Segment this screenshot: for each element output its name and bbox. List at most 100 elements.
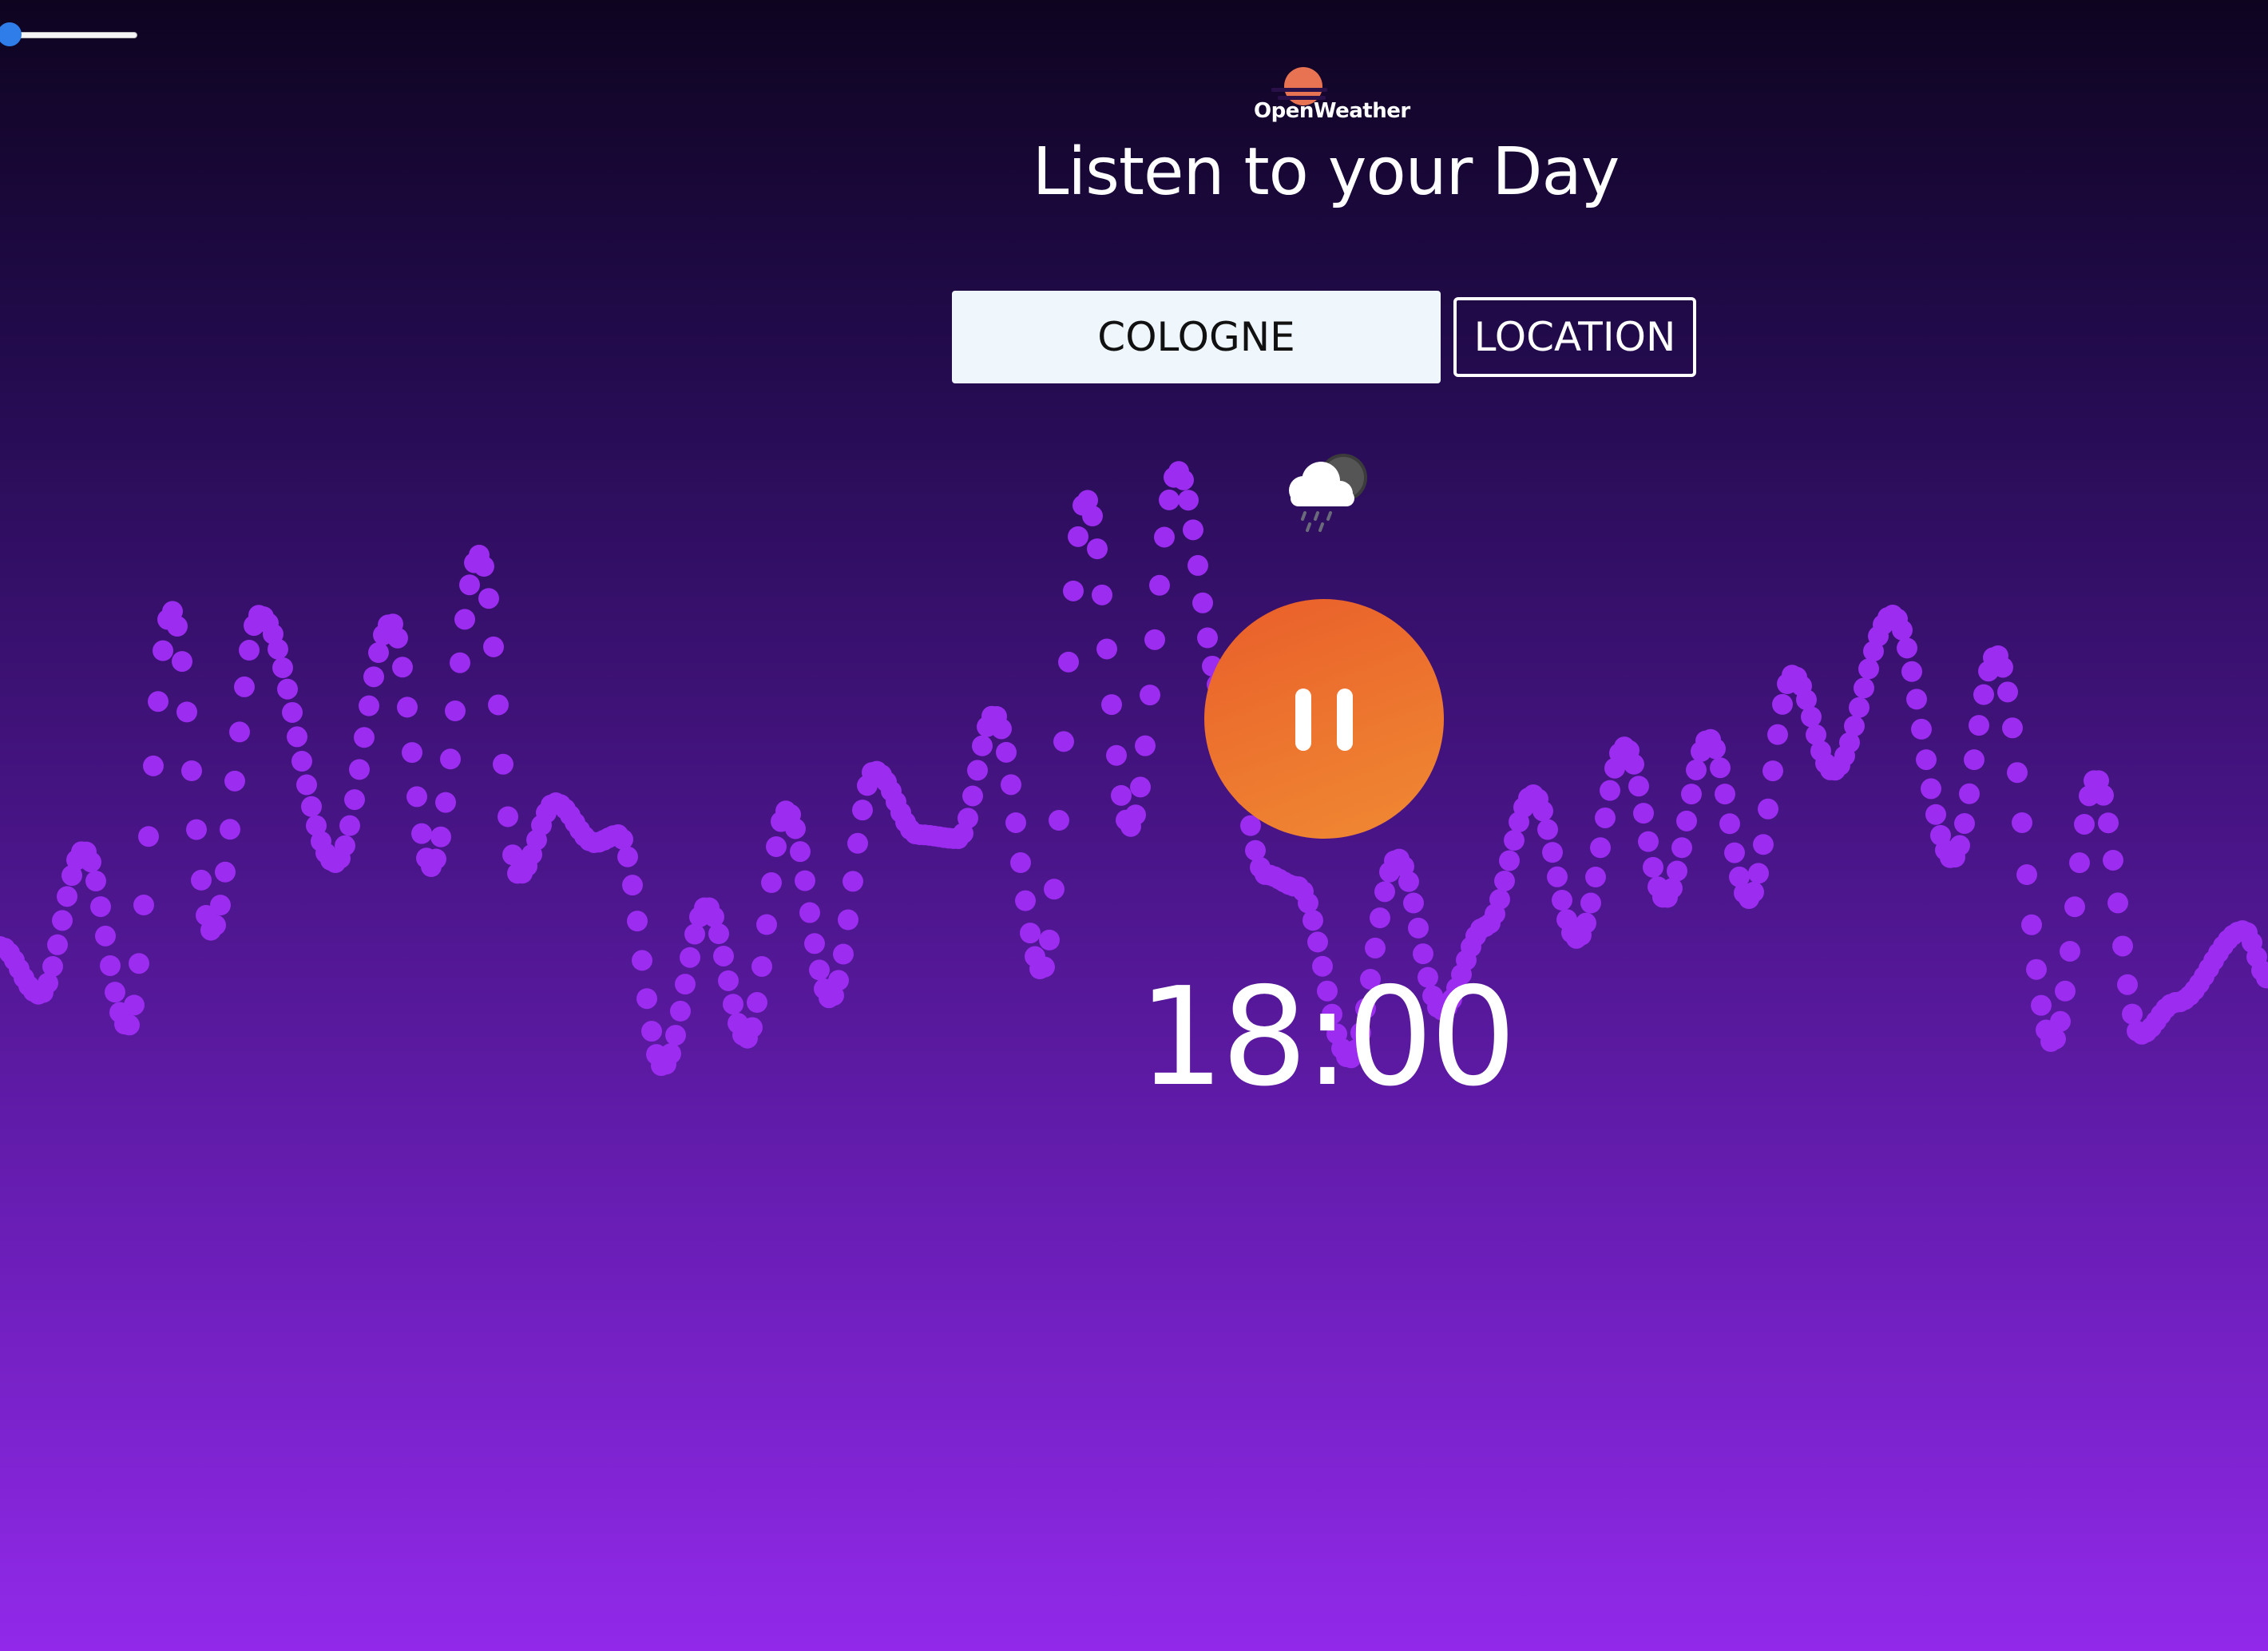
- wave-dot: [1916, 749, 1937, 771]
- wave-dot: [234, 676, 255, 697]
- wave-dot: [747, 992, 767, 1014]
- wave-dot: [176, 701, 197, 723]
- wave-dot: [1034, 956, 1055, 978]
- wave-dot: [1921, 778, 1941, 800]
- wave-dot: [2012, 812, 2032, 833]
- wave-dot: [133, 895, 154, 916]
- wave-dot: [967, 760, 988, 781]
- wave-dot: [742, 1017, 763, 1038]
- pause-button[interactable]: [1204, 599, 1444, 839]
- wave-dot: [1753, 834, 1774, 855]
- wave-dot: [1992, 657, 2013, 678]
- wave-dot: [1906, 689, 1927, 710]
- wave-dot: [852, 800, 873, 821]
- wave-dot: [349, 759, 370, 780]
- wave-dot: [1154, 526, 1175, 548]
- wave-dot: [665, 1025, 686, 1046]
- wave-dot: [1959, 783, 1980, 804]
- wave-dot: [795, 870, 815, 891]
- wave-dot: [1911, 718, 1932, 740]
- wave-dot: [498, 806, 518, 827]
- wave-dot: [440, 748, 461, 770]
- wave-dot: [2064, 896, 2085, 918]
- wave-dot: [799, 902, 820, 923]
- wave-dot: [1197, 627, 1218, 649]
- wave-dot: [1892, 619, 1913, 641]
- wave-dot: [1858, 658, 1879, 680]
- wave-dot: [186, 819, 207, 840]
- wave-dot: [359, 695, 379, 716]
- wave-dot: [363, 666, 384, 688]
- wave-dot: [282, 701, 303, 723]
- wave-dot: [1676, 810, 1697, 831]
- wave-dot: [411, 823, 432, 844]
- wave-dot: [1643, 856, 1663, 878]
- wave-dot: [843, 871, 863, 892]
- wave-dot: [2093, 784, 2114, 806]
- wave-dot: [1010, 852, 1031, 874]
- wave-dot: [1715, 784, 1735, 805]
- wave-dot: [1710, 757, 1731, 779]
- wave-dot: [291, 751, 312, 772]
- wave-dot: [1854, 677, 1874, 699]
- wave-dot: [1801, 706, 1822, 728]
- wave-dot: [430, 826, 451, 847]
- wave-dot: [344, 789, 365, 811]
- wave-dot: [1580, 892, 1601, 914]
- wave-dot: [1954, 812, 1975, 834]
- wave-dot: [1681, 784, 1702, 805]
- wave-dot: [1719, 813, 1740, 835]
- wave-dot: [2060, 940, 2080, 962]
- wave-dot: [2103, 849, 2123, 871]
- wave-dot: [52, 910, 73, 931]
- wave-dot: [962, 785, 983, 807]
- wave-dot: [1058, 651, 1079, 673]
- wave-dot: [474, 556, 494, 577]
- wave-dot: [680, 947, 700, 968]
- wave-dot: [1125, 804, 1146, 826]
- wave-dot: [1705, 738, 1726, 760]
- wave-dot: [622, 875, 643, 896]
- wave-dot: [1303, 910, 1323, 931]
- wave-dot: [1925, 804, 1946, 825]
- wave-dot: [958, 808, 978, 829]
- wave-dot: [1489, 888, 1510, 910]
- wave-dot: [991, 718, 1012, 740]
- wave-dot: [1044, 879, 1065, 900]
- wave-dot: [387, 627, 408, 649]
- wave-dot: [1082, 506, 1103, 527]
- wave-dot: [426, 848, 446, 870]
- wave-dot: [397, 697, 418, 718]
- wave-dot: [1686, 759, 1707, 780]
- wave-dot: [641, 1021, 662, 1042]
- wave-dot: [85, 870, 106, 891]
- wave-dot: [57, 886, 77, 907]
- wave-dot: [1949, 835, 1970, 856]
- wave-dot: [224, 770, 245, 792]
- wave-dot: [488, 694, 509, 716]
- cloud-rain-night-icon: [1289, 454, 1367, 532]
- wave-dot: [2098, 812, 2119, 834]
- wave-dot: [2026, 958, 2047, 980]
- wave-dot: [268, 638, 288, 660]
- wave-dot: [47, 934, 68, 955]
- wave-dot: [392, 657, 413, 678]
- wave-dot: [406, 786, 427, 808]
- wave-dot: [493, 753, 513, 775]
- time-display: 18:00: [1138, 958, 1517, 1117]
- wave-dot: [172, 651, 192, 673]
- wave-dot: [2117, 974, 2138, 995]
- wave-dot: [2107, 892, 2128, 914]
- wave-dot: [1901, 661, 1922, 682]
- wave-dot: [1020, 923, 1041, 944]
- wave-dot: [1173, 469, 1194, 490]
- wave-dot: [1005, 812, 1026, 833]
- wave-dot: [632, 950, 652, 971]
- wave-dot: [210, 895, 231, 916]
- wave-dot: [751, 955, 772, 977]
- wave-dot: [445, 700, 466, 721]
- wave-dot: [1135, 735, 1156, 756]
- wave-dot: [785, 818, 806, 839]
- wave-dot: [1671, 837, 1692, 859]
- wave-dot: [124, 994, 145, 1016]
